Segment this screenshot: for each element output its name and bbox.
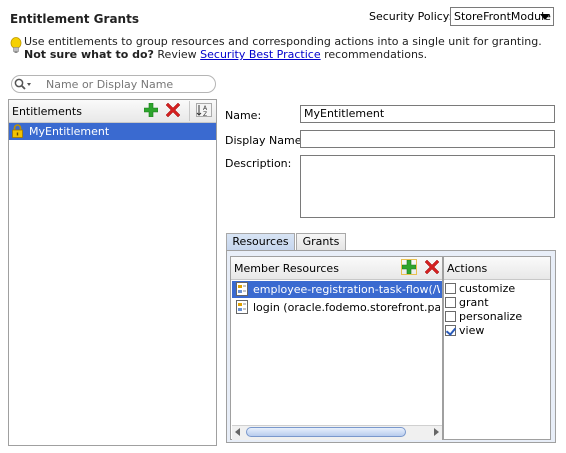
name-field[interactable]: MyEntitlement bbox=[300, 105, 555, 123]
page-definition-icon bbox=[236, 300, 248, 314]
search-placeholder: Name or Display Name bbox=[46, 78, 174, 91]
member-resources-header-label: Member Resources bbox=[234, 262, 339, 275]
display-name-label: Display Name: bbox=[225, 134, 306, 147]
actions-header-label: Actions bbox=[447, 262, 488, 275]
best-practice-link[interactable]: Security Best Practice bbox=[200, 48, 320, 61]
security-policy-select[interactable]: StoreFrontModule bbox=[450, 7, 554, 26]
task-flow-page-icon bbox=[236, 282, 248, 296]
entitlements-list bbox=[8, 99, 217, 446]
svg-text:Z: Z bbox=[203, 111, 207, 117]
view-label: view bbox=[459, 324, 485, 337]
name-label: Name: bbox=[225, 109, 262, 122]
lock-icon bbox=[12, 124, 23, 138]
hint-bold: Not sure what to do? bbox=[24, 48, 154, 61]
entitlements-header-label: Entitlements bbox=[12, 105, 82, 118]
sort-icon[interactable]: A Z bbox=[196, 103, 212, 117]
lightbulb-icon bbox=[10, 37, 22, 53]
description-field[interactable] bbox=[300, 155, 555, 218]
entitlement-row-label: MyEntitlement bbox=[29, 125, 110, 138]
resource-label: login (oracle.fodemo.storefront.pageDefs… bbox=[253, 301, 440, 314]
header-divider bbox=[189, 101, 190, 121]
grant-label: grant bbox=[459, 296, 489, 309]
tab-grants[interactable]: Grants bbox=[296, 233, 346, 250]
grant-checkbox[interactable] bbox=[445, 297, 456, 308]
customize-checkbox[interactable] bbox=[445, 283, 456, 294]
scroll-right-icon[interactable] bbox=[434, 428, 439, 436]
search-icon[interactable] bbox=[14, 78, 36, 91]
description-label: Description: bbox=[225, 157, 292, 170]
add-entitlement-plus-icon[interactable] bbox=[144, 103, 158, 117]
delete-entitlement-x-icon[interactable] bbox=[166, 103, 180, 117]
delete-resource-x-icon[interactable] bbox=[425, 260, 439, 274]
dropdown-arrow-icon bbox=[540, 14, 550, 20]
customize-label: customize bbox=[459, 282, 516, 295]
hint-text: Use entitlements to group resources and … bbox=[24, 35, 542, 48]
security-policy-label: Security Policy: bbox=[369, 10, 453, 23]
hint-help-line: Not sure what to do? Review Security Bes… bbox=[24, 48, 427, 61]
page-title: Entitlement Grants bbox=[10, 12, 139, 26]
display-name-field[interactable] bbox=[300, 130, 555, 148]
view-checkbox[interactable] bbox=[445, 325, 456, 336]
scrollbar-thumb[interactable] bbox=[246, 427, 406, 437]
scroll-left-icon[interactable] bbox=[235, 428, 240, 436]
personalize-checkbox[interactable] bbox=[445, 311, 456, 322]
security-policy-value: StoreFrontModule bbox=[454, 10, 551, 23]
hint-review-text: Review bbox=[153, 48, 201, 61]
personalize-label: personalize bbox=[459, 310, 523, 323]
hint-recommendations-text: recommendations. bbox=[320, 48, 428, 61]
resource-label: employee-registration-task-flow(/WEB-INF… bbox=[253, 283, 440, 296]
tab-resources[interactable]: Resources bbox=[226, 233, 295, 250]
add-resource-plus-icon[interactable] bbox=[401, 259, 417, 275]
